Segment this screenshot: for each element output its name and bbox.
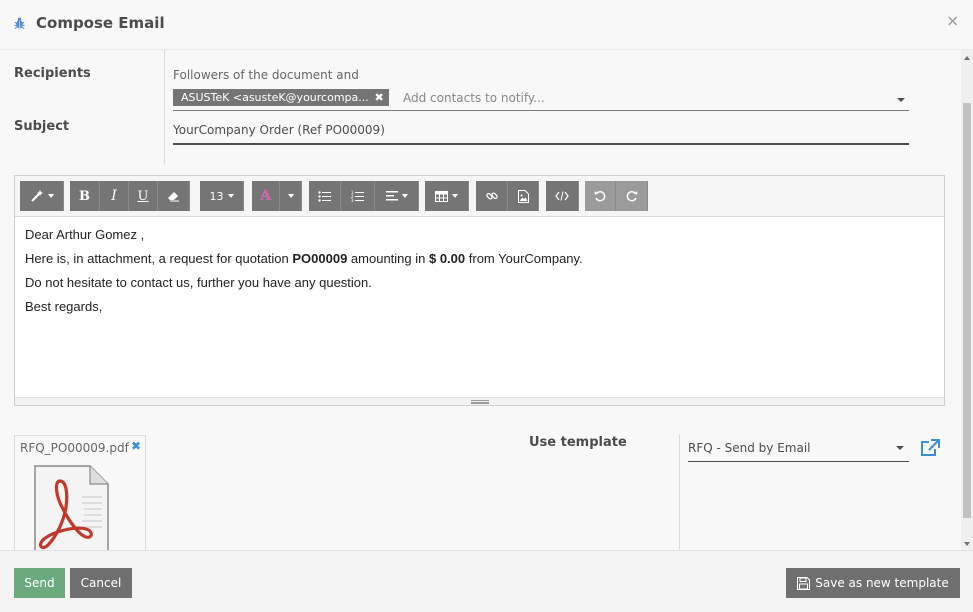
table-button[interactable] — [425, 181, 469, 211]
attachment-card: RFQ_PO00009.pdf ✖ — [14, 435, 146, 550]
scroll-down-icon[interactable] — [964, 542, 970, 546]
dialog-title: Compose Email — [36, 14, 165, 32]
save-as-new-template-button[interactable]: Save as new template — [786, 568, 960, 598]
bullet-list-icon — [318, 190, 331, 202]
remove-recipient-icon[interactable]: ✖ — [375, 89, 384, 106]
undo-icon — [594, 190, 606, 202]
subject-input[interactable]: YourCompany Order (Ref PO00009) — [173, 122, 909, 145]
table-icon — [435, 190, 448, 202]
cancel-button[interactable]: Cancel — [70, 568, 132, 598]
redo-icon — [626, 190, 637, 202]
magic-wand-icon — [30, 190, 43, 202]
chevron-down-icon — [896, 446, 904, 450]
template-value: RFQ - Send by Email — [688, 441, 811, 455]
chevron-down-icon — [287, 194, 294, 198]
dialog-header: Compose Email × — [0, 0, 973, 50]
bullet-list-button[interactable] — [309, 181, 341, 211]
email-body[interactable]: Dear Arthur Gomez , Here is, in attachme… — [25, 226, 925, 322]
send-button[interactable]: Send — [14, 568, 65, 598]
svg-text:3: 3 — [351, 198, 354, 202]
image-icon — [517, 189, 529, 203]
close-icon[interactable]: × — [946, 11, 959, 30]
email-editor: B I U 13 A 1 2 3 Dear Arthur Gomez , Her… — [14, 175, 945, 406]
external-link-icon[interactable] — [920, 439, 940, 457]
underline-button[interactable]: U — [129, 181, 158, 211]
text-color-icon: A — [260, 188, 271, 204]
body-line-2: Here is, in attachment, a request for qu… — [25, 251, 583, 266]
remove-attachment-icon[interactable]: ✖ — [131, 439, 141, 453]
resize-grip-icon — [471, 400, 489, 404]
scrollbar-thumb[interactable] — [963, 103, 971, 518]
link-button[interactable] — [476, 181, 508, 211]
align-button[interactable] — [375, 181, 419, 211]
template-select[interactable]: RFQ - Send by Email — [688, 438, 909, 462]
dialog-body: Recipients Subject Followers of the docu… — [0, 50, 961, 550]
align-left-icon — [385, 191, 398, 201]
scroll-up-icon[interactable] — [964, 56, 970, 60]
font-size-button[interactable]: 13 — [200, 181, 244, 211]
link-icon — [485, 192, 498, 200]
chevron-down-icon — [401, 194, 408, 198]
redo-button[interactable] — [616, 181, 648, 211]
recipients-input[interactable] — [403, 89, 883, 107]
undo-button[interactable] — [585, 181, 616, 211]
use-template-label: Use template — [529, 435, 627, 450]
template-divider — [679, 434, 680, 550]
body-line-greeting: Dear Arthur Gomez , — [25, 227, 145, 242]
numbered-list-button[interactable]: 123 — [341, 181, 375, 211]
chevron-down-icon — [47, 194, 54, 198]
text-color-button[interactable]: A — [252, 181, 280, 211]
style-button[interactable] — [20, 181, 64, 211]
dialog-footer: Send Cancel Save as new template — [0, 550, 973, 612]
bold-button[interactable]: B — [70, 181, 100, 211]
recipients-field[interactable]: ASUSTeK <asusteK@yourcompa... ✖ — [173, 88, 909, 111]
code-view-button[interactable] — [546, 181, 579, 211]
chevron-down-icon — [452, 194, 458, 198]
font-size-value: 13 — [209, 189, 224, 203]
eraser-icon — [168, 192, 179, 202]
italic-icon: I — [111, 188, 117, 204]
label-divider — [164, 50, 165, 164]
editor-resize-handle[interactable] — [15, 397, 944, 405]
italic-button[interactable]: I — [100, 181, 129, 211]
dialog-scrollbar[interactable] — [961, 50, 973, 550]
underline-icon: U — [137, 188, 149, 204]
numbered-list-icon: 123 — [351, 190, 364, 202]
recipients-label: Recipients — [14, 66, 91, 81]
attachment-filename[interactable]: RFQ_PO00009.pdf — [20, 441, 129, 455]
code-icon — [555, 191, 569, 201]
save-as-new-template-label: Save as new template — [815, 576, 949, 590]
image-button[interactable] — [508, 181, 539, 211]
text-color-dropdown[interactable] — [280, 181, 302, 211]
pdf-file-icon — [34, 465, 109, 550]
body-line-closing: Best regards, — [25, 299, 103, 314]
floppy-disk-icon — [797, 576, 811, 590]
chevron-down-icon[interactable] — [897, 98, 905, 102]
bold-icon: B — [79, 188, 90, 204]
recipient-tag: ASUSTeK <asusteK@yourcompa... ✖ — [173, 89, 389, 106]
clear-format-button[interactable] — [158, 181, 190, 211]
bug-icon — [14, 17, 25, 29]
editor-toolbar: B I U 13 A 1 2 3 — [15, 176, 944, 217]
chevron-down-icon — [227, 194, 234, 198]
recipient-tag-label: ASUSTeK <asusteK@yourcompa... — [181, 91, 369, 104]
subject-label: Subject — [14, 119, 70, 134]
body-line-3: Do not hesitate to contact us, further y… — [25, 275, 372, 290]
followers-text: Followers of the document and — [173, 68, 359, 82]
